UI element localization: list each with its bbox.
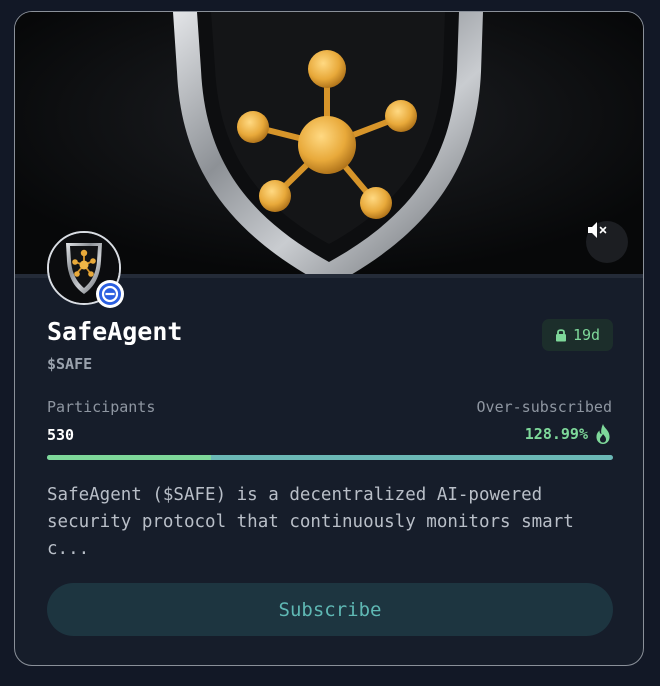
progress-fill [47, 455, 212, 460]
token-card[interactable]: SafeAgent $SAFE 19d Participants Over-su… [14, 11, 644, 666]
lock-duration-label: 19d [572, 326, 601, 344]
speaker-muted-icon [588, 222, 607, 238]
shield-network-illustration [15, 12, 643, 274]
oversubscribed-value: 128.99% [524, 425, 588, 443]
banner-image [15, 12, 643, 274]
lock-duration-badge: 19d [542, 319, 613, 351]
participants-label: Participants [47, 398, 156, 416]
mute-button[interactable] [586, 221, 628, 263]
oversubscribed-label: Over-subscribed [476, 398, 612, 416]
participants-value: 530 [47, 426, 75, 444]
fire-icon [596, 424, 610, 444]
token-ticker: $SAFE [47, 355, 93, 373]
chain-badge-icon [96, 280, 124, 308]
subscription-progress-bar [47, 455, 613, 460]
oversubscribed-value-group: 128.99% [525, 423, 612, 445]
token-name: SafeAgent [47, 317, 183, 346]
token-description: SafeAgent ($SAFE) is a decentralized AI-… [47, 485, 574, 559]
lock-icon [555, 329, 566, 342]
subscribe-button[interactable]: Subscribe [47, 583, 613, 636]
